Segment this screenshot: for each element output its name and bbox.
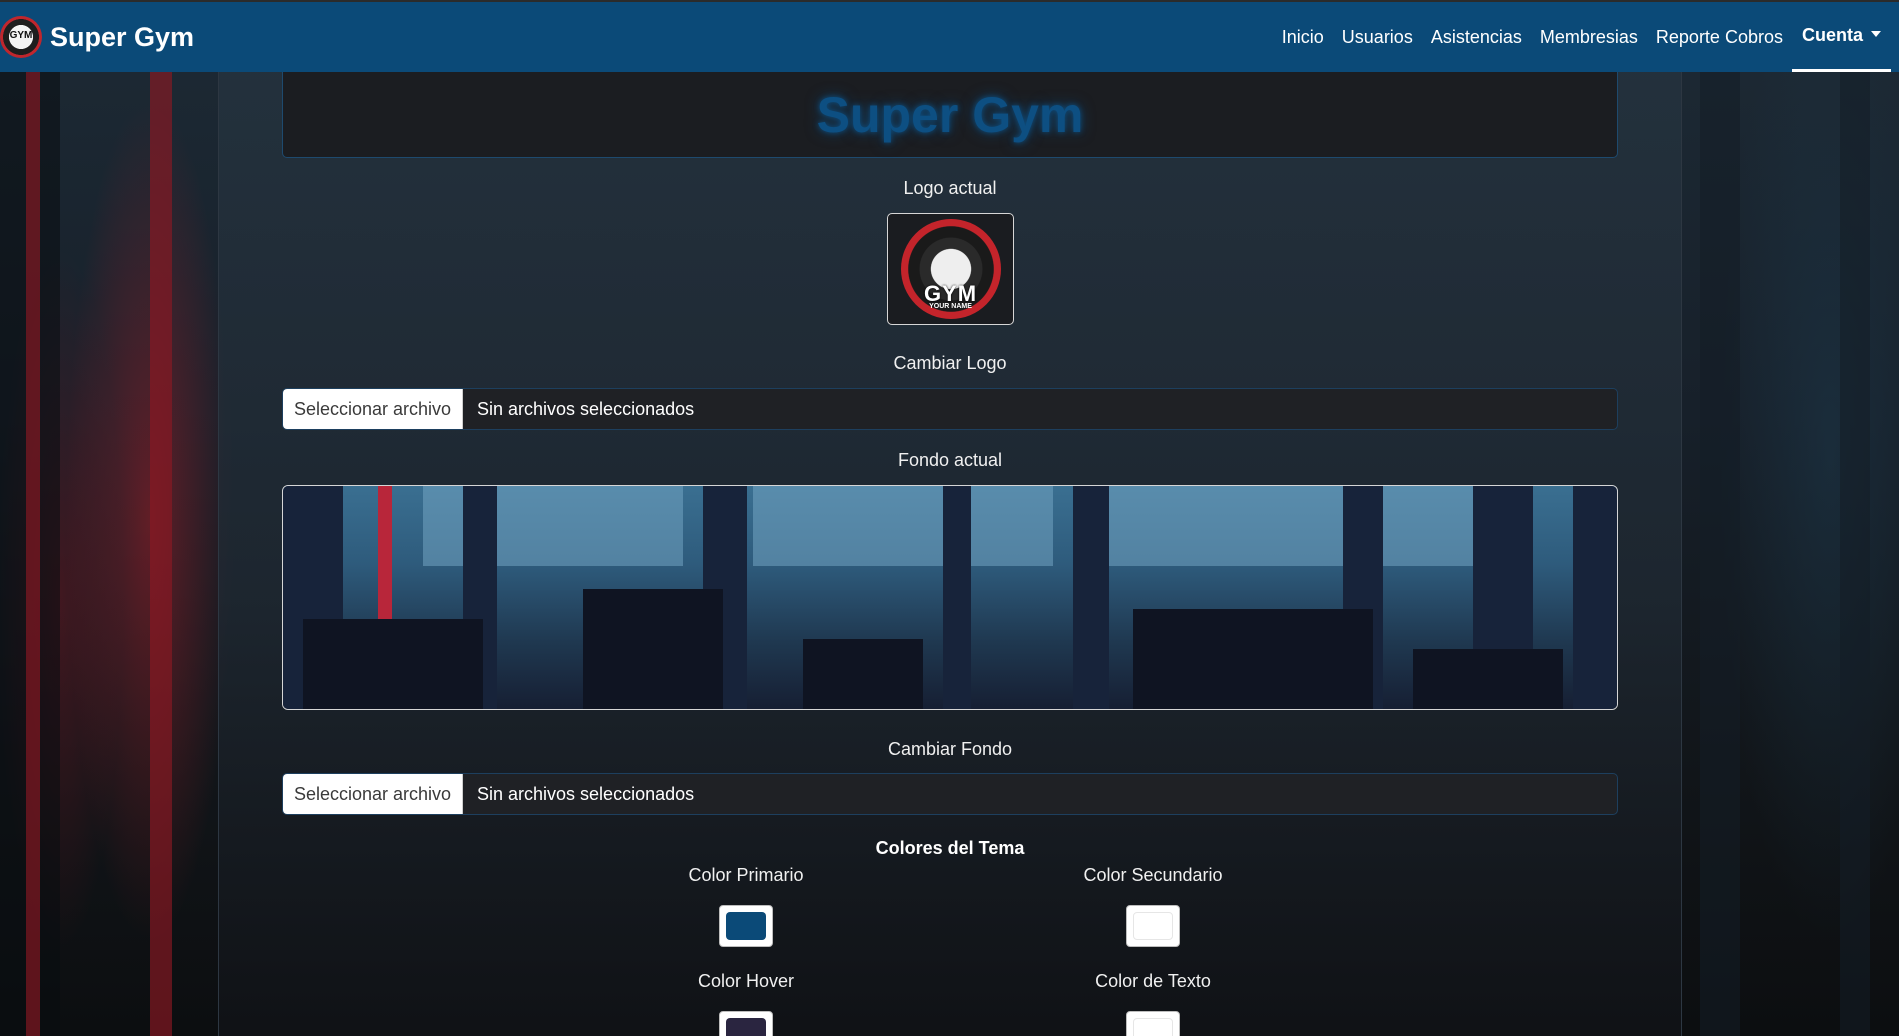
primary-color-picker[interactable] [719,905,773,947]
secondary-color-fill [1133,912,1173,940]
logo-file-input[interactable]: Seleccionar archivo Sin archivos selecci… [282,388,1618,430]
background-column [1700,72,1740,1036]
text-color-label: Color de Texto [1095,971,1211,991]
brand-name: Super Gym [50,21,195,52]
caret-down-icon [1871,30,1881,37]
nav-link-reporte-cobros[interactable]: Reporte Cobros [1656,2,1783,72]
current-background-image [282,485,1618,710]
logo-file-status: Sin archivos seleccionados [477,398,695,419]
nav-account-label: Cuenta [1801,25,1863,45]
theme-colors-title: Colores del Tema [875,838,1025,858]
title-card: Super Gym [282,72,1618,158]
nav-link-asistencias[interactable]: Asistencias [1431,2,1522,72]
secondary-color-picker[interactable] [1126,905,1180,947]
change-logo-label: Cambiar Logo [893,353,1007,373]
primary-color-label: Color Primario [688,865,804,885]
text-color-picker[interactable] [1126,1011,1180,1036]
gym-logo-image: GYM YOUR NAME [900,219,1001,319]
background-file-button[interactable]: Seleccionar archivo [283,774,463,814]
nav-link-inicio[interactable]: Inicio [1282,2,1324,72]
background-file-input[interactable]: Seleccionar archivo Sin archivos selecci… [282,773,1618,815]
hover-color-fill [726,1018,766,1036]
change-background-label: Cambiar Fondo [887,739,1013,759]
background-label: Fondo actual [897,450,1003,470]
brand[interactable]: GYM Super Gym [0,2,194,72]
nav-link-membresias[interactable]: Membresias [1540,2,1638,72]
current-logo: GYM YOUR NAME [887,213,1014,325]
text-color-fill [1133,1018,1173,1036]
background-file-status: Sin archivos seleccionados [477,783,695,804]
logo-file-button[interactable]: Seleccionar archivo [283,389,463,429]
primary-color-fill [726,912,766,940]
page-title: Super Gym [816,86,1084,143]
secondary-color-label: Color Secundario [1083,865,1223,885]
background-column [1840,72,1870,1036]
nav-links: Inicio Usuarios Asistencias Membresias R… [1264,2,1891,72]
hover-color-picker[interactable] [719,1011,773,1036]
settings-panel: Super Gym Logo actual GYM YOUR NAME Camb… [218,72,1682,1036]
nav-account-dropdown[interactable]: Cuenta [1791,2,1891,72]
background-red-pillar [150,72,172,1036]
background-red-pillar [26,72,40,1036]
nav-link-usuarios[interactable]: Usuarios [1342,2,1413,72]
hover-color-label: Color Hover [697,971,795,991]
top-navbar: GYM Super Gym Inicio Usuarios Asistencia… [0,0,1899,72]
brand-logo-icon: GYM [0,16,42,58]
logo-label: Logo actual [903,178,997,198]
